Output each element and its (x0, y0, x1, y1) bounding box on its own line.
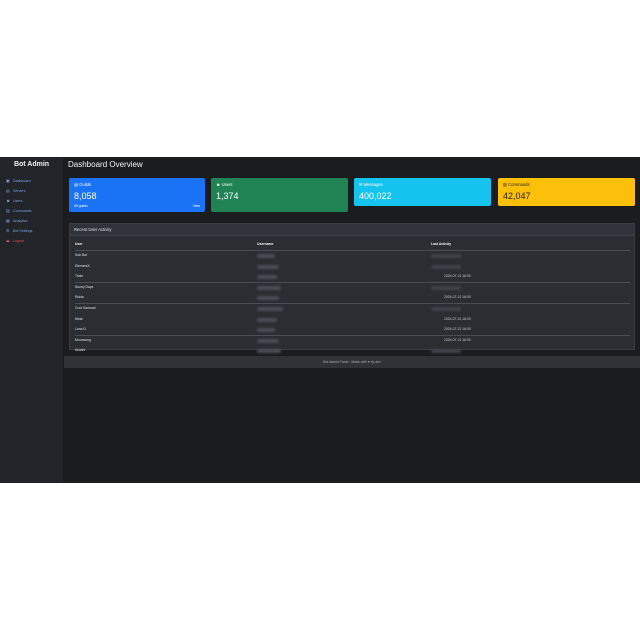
column-header-user: User (75, 242, 83, 246)
stat-card-messages[interactable]: ✉ Messages 400,022 (354, 178, 491, 206)
gauge-icon: ▣ (6, 178, 10, 183)
activity-table: User Username Last Activity Sub Bot Elem… (75, 240, 630, 357)
user-name: ElementX (75, 263, 90, 268)
redacted-username (257, 328, 275, 333)
stat-card-label: ✉ Messages (359, 182, 383, 187)
sidebar-item-label: Servers (13, 189, 26, 193)
recent-activity-panel: Recent User Activity User Username Last … (69, 223, 635, 354)
table-row[interactable]: Sub Bot (75, 251, 630, 262)
sidebar-item-servers[interactable]: ▤ Servers (6, 186, 62, 196)
admin-app: Bot Admin ▣ Dashboard ▤ Servers ☻ Users … (0, 157, 640, 483)
user-name: Cool Samurai (75, 305, 96, 310)
sidebar-nav: ▣ Dashboard ▤ Servers ☻ Users ▥ Commands… (6, 176, 62, 246)
last-activity-time: 2024-07-21 16:00 (444, 274, 471, 279)
user-name: Luna D (75, 327, 86, 332)
brand-title[interactable]: Bot Admin (0, 161, 63, 168)
table-row[interactable]: Sunny Days (75, 283, 630, 294)
user-name: Sub Bot (75, 253, 88, 257)
stat-card-subtitle: All guilds (74, 204, 88, 208)
sidebar: Bot Admin ▣ Dashboard ▤ Servers ☻ Users … (0, 157, 63, 483)
redacted-username (257, 338, 279, 343)
gear-icon: ⚙ (6, 228, 10, 233)
redacted-username (257, 317, 277, 322)
stat-card-guilds[interactable]: ▤ Guilds 8,058 All guilds View (69, 178, 205, 212)
user-name: Sunny Days (75, 284, 94, 289)
user-name: Trixie (75, 274, 84, 279)
stat-card-label: ▤ Guilds (74, 182, 91, 187)
stat-card-commands[interactable]: ▥ Commands 42,047 (498, 178, 635, 206)
redacted-username (257, 285, 281, 290)
table-row[interactable]: Moonsong 2024-07-21 16:00 (75, 336, 630, 347)
redacted-timestamp (431, 349, 461, 354)
table-row[interactable]: Rukia 2024-07-21 16:00 (75, 293, 630, 304)
sidebar-item-label: Commands (13, 209, 32, 213)
last-activity-time: 2024-07-21 16:00 (444, 316, 471, 321)
sidebar-item-label: Dashboard (13, 179, 31, 183)
table-header: User Username Last Activity (75, 240, 630, 251)
chart-icon: ▦ (6, 218, 10, 223)
stat-card-users[interactable]: ☻ Users 1,374 (211, 178, 348, 212)
stat-card-value: 400,022 (359, 191, 392, 201)
column-header-username: Username (257, 242, 274, 246)
footer: Bot Admin Panel · Made with ♥ by dev (64, 356, 640, 368)
redacted-username (257, 349, 281, 354)
table-row[interactable]: Mirai 2024-07-21 16:00 (75, 315, 630, 326)
stat-card-value: 1,374 (216, 191, 239, 201)
terminal-icon: ▥ (6, 208, 10, 213)
sidebar-item-label: Bot Settings (13, 229, 33, 233)
view-link[interactable]: View (193, 204, 200, 208)
user-name: Rukia (75, 295, 84, 300)
user-name: Mirai (75, 316, 83, 321)
sidebar-item-label: Analytics (13, 219, 28, 223)
table-row[interactable]: Luna D 2024-07-21 16:00 (75, 325, 630, 336)
user-name: Akashi (75, 348, 86, 353)
sidebar-item-label: Logout (13, 239, 24, 243)
user-name: Moonsong (75, 337, 91, 342)
stat-card-label: ☻ Users (216, 182, 233, 187)
sidebar-item-users[interactable]: ☻ Users (6, 196, 62, 206)
sidebar-item-analytics[interactable]: ▦ Analytics (6, 216, 62, 226)
server-icon: ▤ (6, 188, 10, 193)
panel-title: Recent User Activity (70, 224, 634, 236)
last-activity-time: 2024-07-21 16:00 (444, 295, 471, 300)
redacted-username (257, 306, 283, 311)
last-activity-time: 2024-07-21 16:00 (444, 337, 471, 342)
page-title: Dashboard Overview (68, 160, 143, 169)
main-content: Dashboard Overview ▤ Guilds 8,058 All gu… (64, 157, 640, 483)
stat-cards: ▤ Guilds 8,058 All guilds View ☻ Users 1… (69, 178, 635, 212)
sidebar-item-label: Users (13, 199, 23, 203)
stat-card-label: ▥ Commands (503, 182, 530, 187)
logout-icon: ⏏ (6, 238, 10, 243)
redacted-username (257, 264, 279, 269)
redacted-username (257, 296, 279, 301)
table-row[interactable]: Cool Samurai (75, 304, 630, 315)
sidebar-item-dashboard[interactable]: ▣ Dashboard (6, 176, 62, 186)
stat-card-value: 42,047 (503, 191, 531, 201)
redacted-timestamp (431, 306, 461, 311)
table-row[interactable]: ElementX (75, 262, 630, 273)
redacted-timestamp (431, 285, 461, 290)
redacted-username (257, 275, 277, 280)
stat-card-value: 8,058 (74, 191, 97, 201)
sidebar-item-commands[interactable]: ▥ Commands (6, 206, 62, 216)
redacted-timestamp (431, 264, 461, 269)
redacted-timestamp (431, 254, 461, 258)
sidebar-item-logout[interactable]: ⏏ Logout (6, 236, 62, 246)
users-icon: ☻ (6, 198, 11, 203)
column-header-last-activity: Last Activity (431, 242, 452, 246)
last-activity-time: 2024-07-21 16:00 (444, 327, 471, 332)
table-row[interactable]: Trixie 2024-07-21 16:00 (75, 272, 630, 283)
redacted-username (257, 254, 275, 258)
sidebar-item-bot-settings[interactable]: ⚙ Bot Settings (6, 226, 62, 236)
